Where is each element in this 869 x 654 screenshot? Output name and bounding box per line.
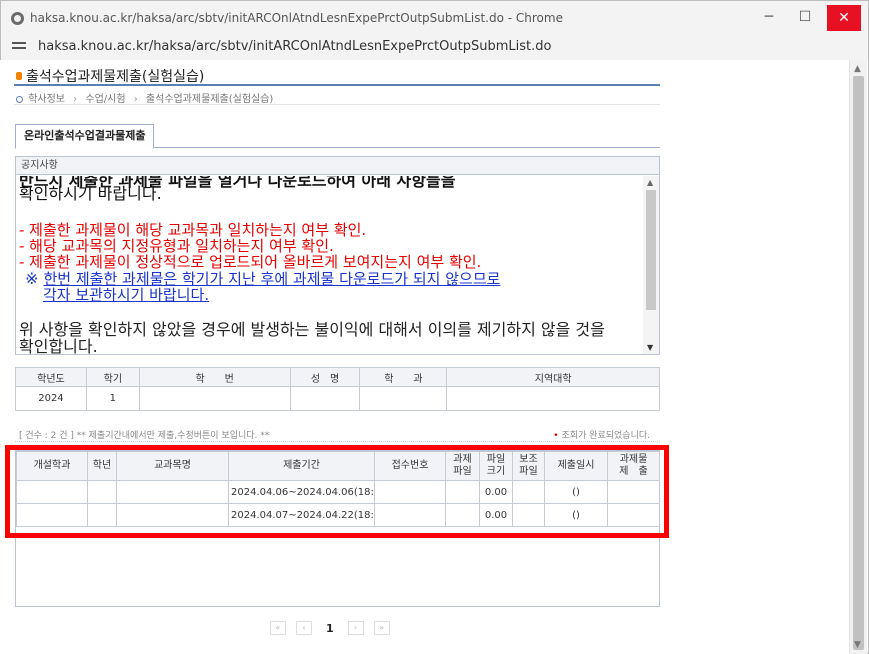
title-bar: haksa.knou.ac.kr/haksa/arc/sbtv/initARCO…: [1, 1, 868, 35]
notice-warning: - 제출한 과제물이 해당 교과목과 일치하는지 여부 확인.: [19, 221, 367, 239]
page-title: 출석수업과제물제출(실험실습): [16, 66, 204, 86]
breadcrumb-divider: [14, 104, 660, 105]
result-count-text: [ 건수 : 2 건 ] ** 제출기간내에서만 제출,수정버튼이 보입니다. …: [19, 431, 270, 441]
last-page-button[interactable]: »: [373, 621, 390, 635]
page-content: 출석수업과제물제출(실험실습) 학사정보 › 수업/시험 › 출석수업과제물제출…: [0, 60, 849, 654]
address-bar: haksa.knou.ac.kr/haksa/arc/sbtv/initARCO…: [1, 35, 868, 61]
notice-box: 공지사항 반드시 제출한 과제물 파일을 열거나 다운로드하여 아래 사항들을 …: [15, 156, 660, 355]
info-value-cell: 1: [85, 386, 140, 411]
notice-line: 위 사항을 확인하지 않았을 경우에 발생하는 불이익에 대해서 이의를 제기하…: [19, 320, 605, 339]
info-value-row: 2024 1: [15, 386, 660, 411]
url-text[interactable]: haksa.knou.ac.kr/haksa/arc/sbtv/initARCO…: [38, 39, 551, 54]
maximize-button[interactable]: ☐: [787, 1, 823, 33]
notice-note-text: 각자 보관하시기 바랍니다.: [43, 286, 210, 304]
home-icon: [16, 95, 23, 103]
page-title-text: 출석수업과제물제출(실험실습): [26, 69, 205, 85]
scroll-thumb[interactable]: [853, 76, 864, 650]
site-info-icon: [11, 12, 24, 25]
info-value-cell: [138, 386, 291, 411]
title-bullet-icon: [16, 72, 22, 80]
tab-bar: 온라인출석수업결과물제출: [15, 124, 660, 149]
scroll-down-icon[interactable]: ▼: [647, 343, 653, 352]
site-settings-icon[interactable]: [12, 42, 26, 54]
info-header-cell: 학기: [85, 367, 140, 387]
notice-warning: - 해당 교과목의 지정유형과 일치하는지 여부 확인.: [19, 237, 334, 255]
notice-warning: - 제출한 과제물이 정상적으로 업로드되어 올바르게 보여지는지 여부 확인.: [19, 253, 482, 271]
info-value-cell: [289, 386, 361, 411]
prev-page-button[interactable]: ‹: [296, 621, 312, 635]
info-header-cell: 지역대학: [446, 367, 660, 387]
info-header-row: 학년도 학기 학 번 성 명 학 과 지역대학: [15, 367, 660, 387]
first-page-button[interactable]: «: [270, 621, 286, 635]
tab-online-submission[interactable]: 온라인출석수업결과물제출: [15, 124, 155, 149]
status-bullet-icon: •: [553, 431, 559, 441]
info-value-cell: [359, 386, 448, 411]
status-message: • 조회가 완료되었습니다.: [553, 428, 650, 441]
scroll-down-icon[interactable]: ▼: [854, 640, 861, 650]
pagination: « ‹ 1 › »: [270, 620, 400, 636]
info-header-cell: 학 번: [138, 367, 291, 387]
next-page-button[interactable]: ›: [347, 621, 364, 635]
page-scrollbar[interactable]: ▲ ▼: [849, 60, 867, 654]
close-button[interactable]: ✕: [827, 5, 861, 31]
minimize-button[interactable]: ─: [751, 1, 787, 33]
notice-header: 공지사항: [16, 157, 659, 175]
notice-note: ※ 한번 제출한 과제물은 학기가 지난 후에 과제물 다운로드가 되지 않으므…: [19, 270, 643, 287]
status-text: 조회가 완료되었습니다.: [561, 431, 650, 441]
info-value-cell: [446, 386, 660, 411]
student-info-table: 학년도 학기 학 번 성 명 학 과 지역대학 2024 1: [15, 367, 660, 411]
info-header-cell: 학년도: [15, 367, 87, 387]
result-status-line: [ 건수 : 2 건 ] ** 제출기간내에서만 제출,수정버튼이 보입니다. …: [15, 426, 660, 442]
info-value-cell: 2024: [15, 386, 87, 411]
scroll-thumb[interactable]: [646, 190, 656, 310]
window-title: haksa.knou.ac.kr/haksa/arc/sbtv/initARCO…: [30, 11, 563, 25]
note-mark: ※: [25, 269, 39, 288]
breadcrumb: 학사정보 › 수업/시험 › 출석수업과제물제출(실험실습): [16, 90, 273, 105]
page-number-current[interactable]: 1: [326, 622, 334, 635]
red-highlight-box: [5, 445, 669, 538]
scroll-up-icon[interactable]: ▲: [647, 178, 653, 187]
notice-line: 확인합니다.: [19, 337, 98, 354]
title-divider: [14, 84, 660, 86]
notice-scrollbar[interactable]: ▲ ▼: [643, 176, 659, 354]
scroll-up-icon[interactable]: ▲: [854, 64, 861, 74]
notice-body: 반드시 제출한 과제물 파일을 열거나 다운로드하여 아래 사항들을 확인하시기…: [16, 176, 643, 354]
info-header-cell: 학 과: [359, 367, 448, 387]
info-header-cell: 성 명: [289, 367, 361, 387]
